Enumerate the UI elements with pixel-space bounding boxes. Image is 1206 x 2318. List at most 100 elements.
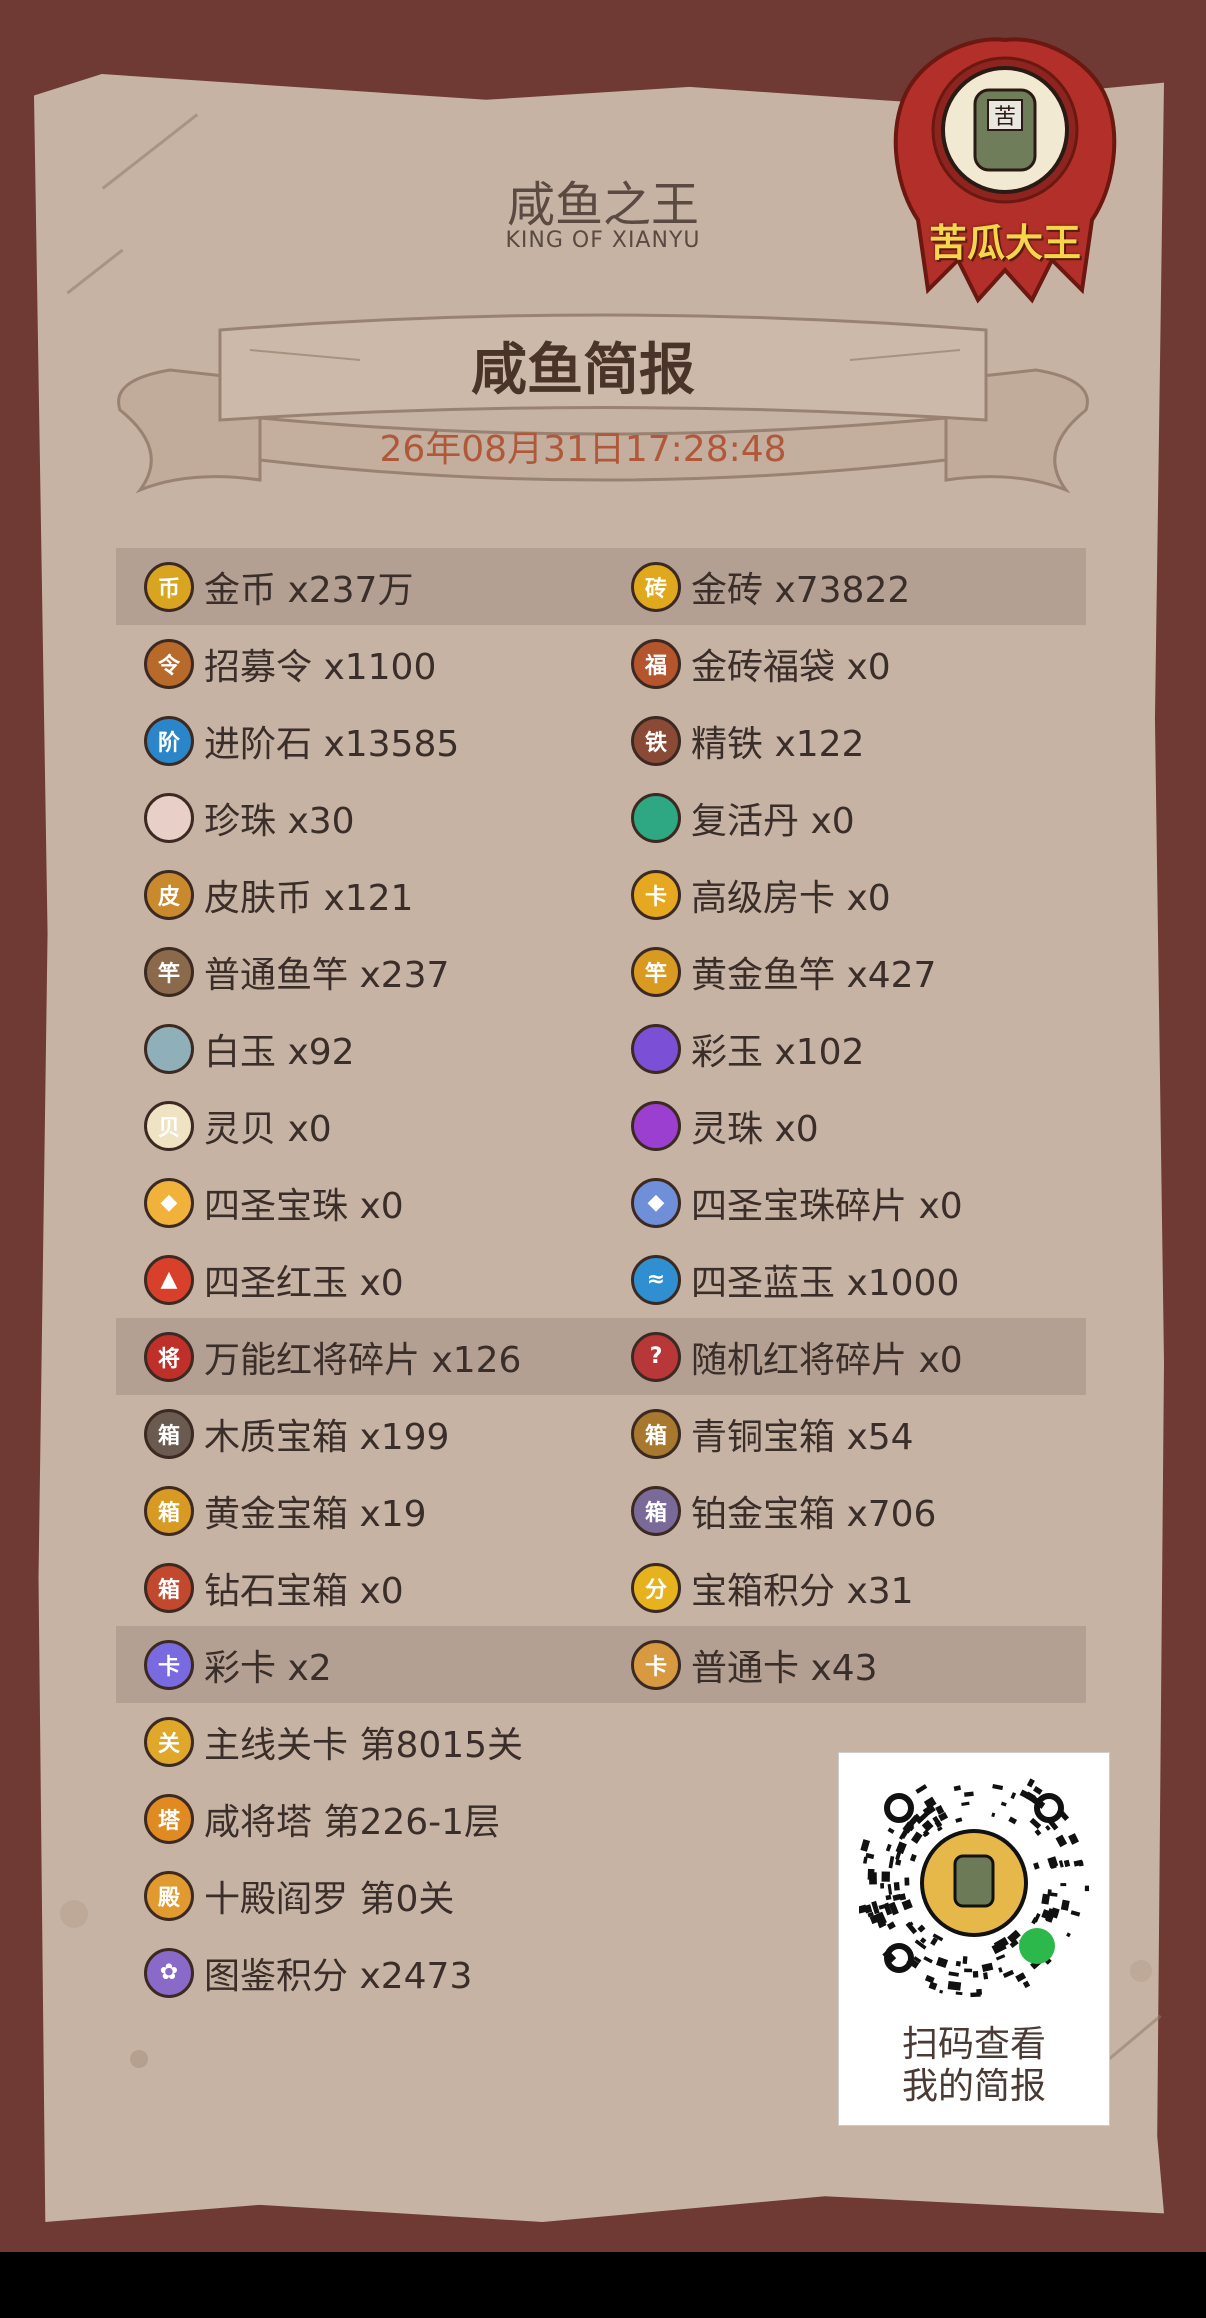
lucky-bag-icon: 福: [631, 638, 681, 689]
qr-module: [885, 1894, 892, 1901]
resource-row: 卡彩卡 x2 卡普通卡 x43: [116, 1626, 1086, 1703]
qr-module: [887, 1827, 895, 1834]
resource-label: 万能红将碎片 x126: [204, 1339, 522, 1381]
qr-module: [1033, 1862, 1040, 1870]
resource-label: 金币 x237万: [204, 569, 414, 611]
resource-item: 皮皮肤币 x121: [144, 856, 413, 933]
qr-module: [924, 1974, 935, 1984]
qr-module: [964, 1791, 974, 1797]
resource-label: 四圣宝珠碎片 x0: [691, 1185, 963, 1227]
qr-module: [885, 1843, 892, 1852]
resource-item: 分宝箱积分 x31: [631, 1549, 914, 1626]
resource-label: 普通鱼竿 x237: [204, 954, 450, 996]
resource-item: ≈ 四圣蓝玉 x1000: [631, 1241, 959, 1318]
white-jade-icon: [144, 1023, 194, 1074]
resource-label: 白玉 x92: [204, 1031, 355, 1073]
spirit-orb-icon: [631, 1100, 681, 1151]
paper-stain: [130, 2050, 148, 2068]
qr-caption-line2: 我的简报: [901, 2066, 1046, 2107]
qr-module: [1084, 1885, 1089, 1892]
resource-item: 令招募令 x1100: [144, 625, 436, 702]
resource-row: ◆ 四圣宝珠 x0 ◆ 四圣宝珠碎片 x0: [116, 1164, 1086, 1241]
recruit-order-icon: 令: [144, 638, 194, 689]
resource-row: 白玉 x92 彩玉 x102: [116, 1010, 1086, 1087]
qr-module: [1066, 1932, 1071, 1938]
resource-row: 箱木质宝箱 x199 箱青铜宝箱 x54: [116, 1395, 1086, 1472]
qr-module: [921, 1819, 934, 1832]
report-date: 26年08月31日17:28:48: [379, 429, 787, 470]
resource-item: 箱铂金宝箱 x706: [631, 1472, 936, 1549]
qr-module: [948, 1971, 959, 1977]
qr-module: [964, 1968, 973, 1973]
qr-code-icon[interactable]: [859, 1768, 1089, 1998]
main-stage-icon: 关: [144, 1716, 194, 1767]
qr-code-card[interactable]: 扫码查看 我的简报: [838, 1752, 1110, 2126]
resource-label: 四圣红玉 x0: [204, 1262, 404, 1304]
qr-module: [995, 1954, 1006, 1961]
resource-label: 精铁 x122: [691, 723, 865, 765]
qr-module: [936, 1956, 949, 1969]
svg-text:苦: 苦: [994, 105, 1016, 130]
tower-icon: 塔: [144, 1793, 194, 1844]
resource-item: 贝灵贝 x0: [144, 1087, 332, 1164]
qr-module: [1026, 1778, 1035, 1788]
qr-module: [1034, 1829, 1042, 1837]
yama-icon: 殿: [144, 1870, 194, 1921]
chest-points-icon: 分: [631, 1562, 681, 1613]
color-card-icon: 卡: [144, 1639, 194, 1690]
qr-module: [895, 1859, 902, 1866]
resource-label: 皮肤币 x121: [204, 877, 414, 919]
qr-module: [953, 1785, 962, 1792]
qr-module: [928, 1981, 938, 1991]
resource-item: 铁精铁 x122: [631, 702, 864, 779]
qr-module: [1002, 1969, 1015, 1979]
resource-item: 关主线关卡 第8015关: [144, 1703, 523, 1780]
qr-module: [972, 1971, 979, 1978]
pearl-icon: [144, 792, 194, 843]
platinum-chest-icon: 箱: [631, 1485, 681, 1536]
resource-label: 木质宝箱 x199: [204, 1416, 450, 1458]
resource-item: 白玉 x92: [144, 1010, 355, 1087]
resource-item: ? 随机红将碎片 x0: [631, 1318, 963, 1395]
qr-module: [981, 1962, 994, 1972]
qr-module: [1000, 1801, 1007, 1807]
resource-row: 将万能红将碎片 x126? 随机红将碎片 x0: [116, 1318, 1086, 1395]
room-card-icon: 卡: [631, 869, 681, 920]
resource-label: 复活丹 x0: [691, 800, 855, 842]
golden-rod-icon: 竿: [631, 946, 681, 997]
resource-label: 图鉴积分 x2473: [204, 1955, 473, 1997]
blue-jade-icon: ≈: [631, 1254, 681, 1305]
qr-module: [1047, 1889, 1052, 1896]
paper-stain: [60, 1900, 88, 1928]
qr-module: [892, 1893, 902, 1902]
qr-module: [1010, 1792, 1017, 1800]
resource-label: 招募令 x1100: [204, 646, 437, 688]
qr-module: [901, 1899, 913, 1911]
qr-module: [923, 1956, 933, 1964]
qr-module: [904, 1877, 910, 1886]
random-shard-icon: ?: [631, 1331, 681, 1382]
resource-label: 普通卡 x43: [691, 1647, 878, 1689]
qr-module: [1015, 1972, 1027, 1983]
resource-row: 皮皮肤币 x121 卡高级房卡 x0: [116, 856, 1086, 933]
wood-chest-icon: 箱: [144, 1408, 194, 1459]
resource-item: ◆ 四圣宝珠 x0: [144, 1164, 404, 1241]
qr-module: [983, 1972, 989, 1980]
resource-label: 咸将塔 第226-1层: [204, 1801, 501, 1843]
qr-module: [867, 1868, 875, 1880]
diamond-chest-icon: 箱: [144, 1562, 194, 1613]
qr-module: [887, 1883, 893, 1895]
qr-module: [915, 1784, 928, 1794]
resource-item: 箱钻石宝箱 x0: [144, 1549, 404, 1626]
resource-label: 进阶石 x13585: [204, 723, 460, 765]
qr-module: [860, 1839, 871, 1852]
qr-module: [955, 1960, 962, 1967]
resource-row: ▲ 四圣红玉 x0 ≈ 四圣蓝玉 x1000: [116, 1241, 1086, 1318]
qr-module: [1060, 1883, 1067, 1887]
player-seal[interactable]: 苦: [892, 30, 1118, 310]
qr-module: [1060, 1899, 1070, 1911]
paper-stain: [1130, 1960, 1152, 1982]
resource-row: 令招募令 x1100 福金砖福袋 x0: [116, 625, 1086, 702]
holy-orb-icon: ◆: [144, 1177, 194, 1228]
qr-module: [970, 1992, 981, 1998]
